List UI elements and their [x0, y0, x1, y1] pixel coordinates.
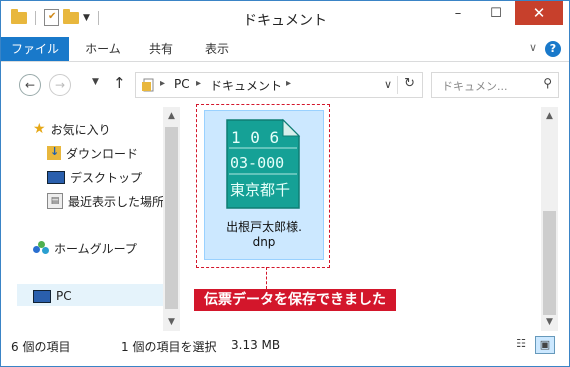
large-icons-view-icon[interactable]: ▣ [535, 336, 555, 354]
breadcrumb-separator-icon[interactable]: ▸ [286, 78, 291, 89]
quick-access-toolbar: ▼ [11, 8, 103, 26]
scroll-up-icon[interactable]: ▲ [541, 111, 558, 121]
desktop-icon [47, 170, 65, 184]
sidebar-item-downloads[interactable]: ダウンロード [47, 143, 138, 163]
tab-view[interactable]: 表示 [197, 37, 237, 61]
callout-connector-line [266, 267, 267, 289]
maximize-button[interactable]: ☐ [477, 1, 515, 25]
back-button[interactable]: ← [19, 74, 41, 96]
recent-locations-icon[interactable]: ▼ [92, 77, 99, 87]
refresh-icon[interactable]: ↻ [404, 76, 415, 91]
properties-icon[interactable] [44, 9, 59, 26]
toolbar-separator [97, 10, 99, 25]
scroll-down-icon[interactable]: ▼ [541, 317, 558, 327]
breadcrumb-documents[interactable]: ドキュメント [210, 77, 282, 94]
scroll-up-icon[interactable]: ▲ [163, 111, 180, 121]
sidebar-item-label: ホームグループ [54, 241, 137, 256]
folder-icon [11, 8, 27, 24]
search-icon[interactable]: ⚲ [543, 76, 552, 90]
sidebar-item-homegroup[interactable]: ホームグループ [33, 238, 137, 258]
icon-line-2: 03-000 [230, 154, 284, 172]
documents-location-icon [142, 78, 156, 95]
navigation-bar: ← → ▼ ↑ ▸ PC ▸ ドキュメント ▸ ∨ ↻ ドキュメン... ⚲ [1, 62, 569, 106]
sidebar-item-label: デスクトップ [70, 170, 143, 185]
sidebar-item-pc[interactable]: PC [33, 286, 72, 306]
tab-home[interactable]: ホーム [79, 37, 127, 61]
customize-toolbar-icon[interactable]: ▼ [83, 13, 90, 23]
sidebar-item-label: 最近表示した場所 [68, 194, 165, 209]
item-count: 6 個の項目 [11, 340, 71, 354]
navigation-pane-scrollbar[interactable]: ▲ ▼ [163, 107, 180, 331]
new-folder-icon[interactable] [63, 8, 79, 24]
details-view-icon[interactable]: ☷ [512, 336, 530, 352]
tab-share[interactable]: 共有 [141, 37, 181, 61]
scroll-down-icon[interactable]: ▼ [163, 317, 180, 327]
file-name-line-1: 出根戸太郎様. [226, 220, 302, 234]
selection-info: 1 個の項目を選択 [121, 340, 217, 354]
scrollbar-thumb[interactable] [543, 211, 556, 315]
sidebar-item-label: PC [56, 289, 72, 303]
icon-line-1: 1 0 6 [231, 128, 279, 147]
homegroup-icon [33, 241, 49, 255]
search-placeholder: ドキュメン... [442, 80, 508, 93]
ribbon-tabs: ファイル ホーム 共有 表示 ∨ ? [1, 37, 569, 62]
toolbar-separator [35, 10, 36, 25]
icon-line-3: 東京都千 [230, 181, 290, 199]
minimize-button[interactable]: – [439, 1, 477, 25]
sidebar-item-favorites[interactable]: ★ お気に入り [33, 119, 111, 139]
expand-ribbon-icon[interactable]: ∨ [529, 41, 537, 54]
download-folder-icon [47, 145, 61, 160]
recent-places-icon: ▤ [47, 193, 63, 209]
pc-icon [33, 289, 51, 303]
window-controls: – ☐ ✕ [439, 1, 563, 25]
up-button[interactable]: ↑ [113, 74, 126, 92]
address-bar[interactable]: ▸ PC ▸ ドキュメント ▸ ∨ ↻ [135, 72, 423, 98]
forward-button[interactable]: → [49, 74, 71, 96]
dnp-file-icon: 1 0 6 03-000 東京都千 [226, 118, 301, 209]
save-complete-callout: 伝票データを保存できました [194, 289, 396, 311]
file-list-scrollbar[interactable]: ▲ ▼ [541, 107, 558, 331]
title-bar: ▼ ドキュメント – ☐ ✕ [1, 1, 569, 37]
status-bar: 6 個の項目 1 個の項目を選択 3.13 MB ☷ ▣ [1, 333, 569, 357]
file-name-label: 出根戸太郎様. dnp [205, 220, 323, 250]
star-icon: ★ [33, 121, 46, 137]
tab-file[interactable]: ファイル [1, 37, 69, 61]
selection-size: 3.13 MB [231, 338, 281, 352]
address-divider [397, 76, 398, 94]
sidebar-item-desktop[interactable]: デスクトップ [47, 167, 142, 187]
sidebar-item-label: ダウンロード [66, 146, 139, 161]
sidebar-item-recent-places[interactable]: ▤ 最近表示した場所 [47, 191, 164, 211]
breadcrumb-separator-icon[interactable]: ▸ [160, 78, 165, 89]
address-dropdown-icon[interactable]: ∨ [384, 78, 392, 91]
breadcrumb-separator-icon[interactable]: ▸ [196, 78, 201, 89]
scrollbar-thumb[interactable] [165, 127, 178, 309]
explorer-window: ▼ ドキュメント – ☐ ✕ ファイル ホーム 共有 表示 ∨ ? ← → ▼ … [0, 0, 570, 367]
breadcrumb-pc[interactable]: PC [174, 77, 190, 91]
close-button[interactable]: ✕ [515, 1, 563, 25]
file-name-line-2: dnp [252, 235, 276, 249]
search-box[interactable]: ドキュメン... ⚲ [431, 72, 559, 98]
help-icon[interactable]: ? [545, 41, 561, 57]
sidebar-item-label: お気に入り [50, 122, 111, 137]
